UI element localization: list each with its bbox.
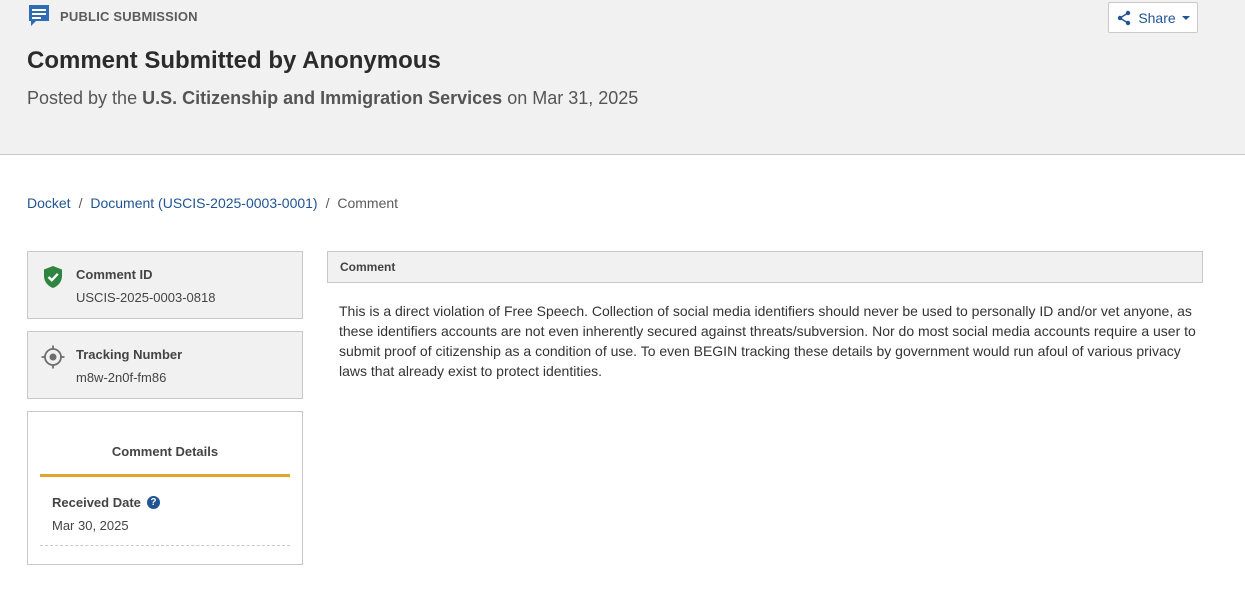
comment-section-heading: Comment [327,251,1203,283]
submission-type-label: PUBLIC SUBMISSION [60,8,198,24]
received-date-label: Received Date [52,495,141,510]
tracking-number-value: m8w-2n0f-fm86 [76,370,167,385]
received-date-value: Mar 30, 2025 [52,518,129,533]
question-circle-icon[interactable]: ? [146,496,160,509]
dashed-divider [40,545,290,546]
submission-type: PUBLIC SUBMISSION [27,4,198,28]
comment-id-value: USCIS-2025-0003-0818 [76,290,216,305]
breadcrumb: Docket / Document (USCIS-2025-0003-0001) /… [27,195,398,211]
tracking-number-label: Tracking Number [76,347,183,362]
posted-date: on Mar 31, 2025 [507,88,639,108]
tracking-number-card: Tracking Number m8w-2n0f-fm86 [27,331,303,399]
share-button[interactable]: Share [1108,2,1198,33]
breadcrumb-docket-link[interactable]: Docket [27,195,71,211]
comment-details-card: Comment Details Received Date ? Mar 30, … [27,411,303,565]
share-icon [1118,10,1131,25]
comment-icon [29,5,49,26]
verified-shield-icon [44,266,62,288]
accent-divider [40,474,290,477]
posted-prefix: Posted by the [27,88,138,108]
comment-id-card: Comment ID USCIS-2025-0003-0818 [27,251,303,319]
crosshair-icon [41,345,65,369]
page-header: PUBLIC SUBMISSION Share Comment Submitte… [0,0,1245,155]
breadcrumb-separator: / [325,195,330,211]
breadcrumb-separator: / [78,195,83,211]
comment-details-title: Comment Details [111,444,219,459]
breadcrumb-current: Comment [337,195,399,211]
comment-body: This is a direct violation of Free Speec… [339,303,1196,379]
agency-name: U.S. Citizenship and Immigration Service… [142,88,503,108]
chevron-down-icon [1181,15,1190,20]
comment-id-label: Comment ID [76,267,153,282]
page-title: Comment Submitted by Anonymous [27,47,441,74]
received-date-label-row: Received Date ? [52,495,160,510]
posted-by: Posted by the U.S. Citizenship and Immig… [27,88,638,109]
breadcrumb-document-link[interactable]: Document (USCIS-2025-0003-0001) [90,195,317,211]
share-label: Share [1138,9,1176,26]
